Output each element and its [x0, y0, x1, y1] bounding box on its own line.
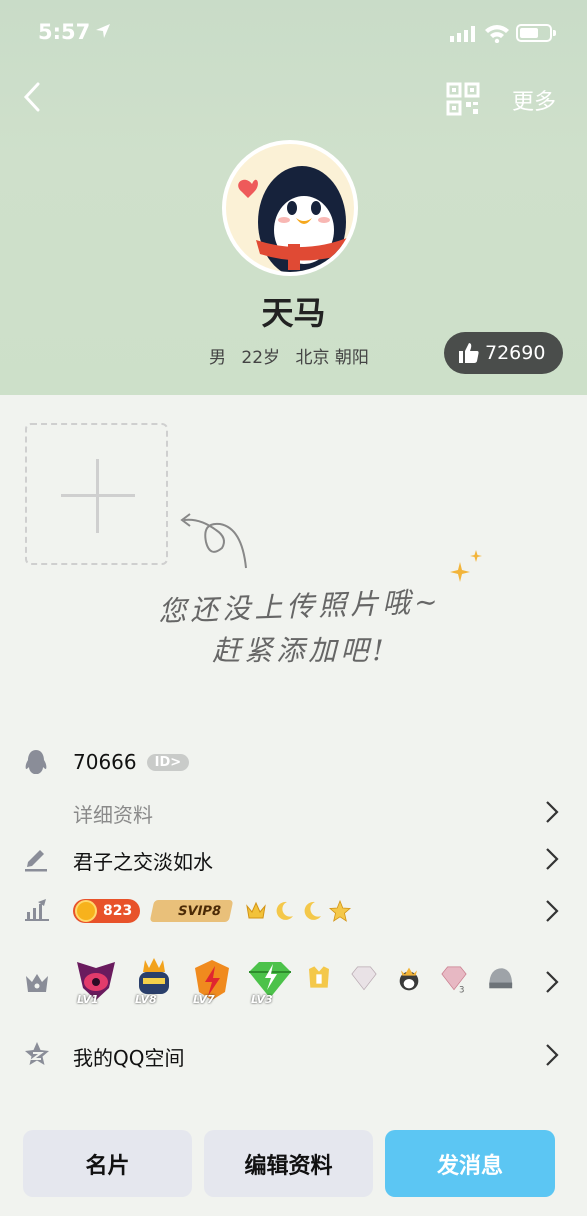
battery-icon — [516, 24, 556, 42]
level-coin-badge: 823 — [73, 899, 141, 923]
back-button[interactable] — [18, 82, 48, 112]
detail-label: 详细资料 — [73, 803, 153, 827]
qq-number-row: 70666 ID> — [0, 748, 587, 778]
upload-photo-hint: 您还没上传照片哦~ 赶紧添加吧! — [120, 585, 480, 673]
profile-age: 22岁 — [241, 348, 281, 368]
add-photo-button[interactable] — [25, 423, 168, 565]
medal-level: LV3 — [251, 993, 273, 1006]
curved-arrow-icon — [180, 513, 247, 569]
status-bar: 5:57 — [0, 0, 587, 62]
wifi-icon — [485, 25, 509, 43]
profile-gender: 男 — [209, 348, 226, 368]
svip-badge: SVIP8 — [149, 900, 234, 922]
signature-row[interactable]: 君子之交淡如水 — [0, 844, 587, 874]
chevron-right-icon — [546, 848, 559, 870]
medal-badges: LV1 LV8 LV7 LV3 3 — [73, 958, 531, 1006]
hint-line-1: 您还没上传照片哦~ — [157, 585, 443, 628]
diamond-medal-icon — [351, 966, 377, 991]
send-message-button[interactable]: 发消息 — [385, 1130, 555, 1197]
crown-icon — [246, 901, 266, 919]
moon-icon — [276, 901, 294, 920]
status-time: 5:57 — [38, 20, 91, 44]
edit-profile-button[interactable]: 编辑资料 — [204, 1130, 373, 1197]
pencil-icon — [25, 850, 47, 872]
profile-header: 5:57 更多 天马 男 22岁 北京 朝阳 72690 — [0, 0, 587, 395]
chevron-right-icon — [546, 801, 559, 823]
medals-row[interactable]: LV1 LV8 LV7 LV3 3 — [0, 956, 587, 1008]
qzone-label: 我的QQ空间 — [73, 1046, 185, 1070]
medal-crown-icon — [26, 974, 48, 992]
hint-line-2: 赶紧添加吧! — [212, 634, 388, 667]
svg-text:3: 3 — [459, 986, 464, 994]
cellular-signal-icon — [450, 26, 475, 42]
medal-lv3-icon: LV3 — [247, 958, 291, 1006]
level-coin-value: 823 — [103, 903, 133, 919]
chevron-right-icon — [546, 971, 559, 993]
qq-id-chip[interactable]: ID> — [146, 754, 190, 771]
chevron-right-icon — [546, 900, 559, 922]
medal-lv8-icon: LV8 — [131, 958, 173, 1006]
location-arrow-icon — [96, 24, 110, 38]
level-row[interactable]: 823 SVIP8 — [0, 894, 587, 928]
avatar[interactable] — [222, 140, 358, 276]
level-badges: 823 SVIP8 — [73, 899, 352, 923]
star-icon — [329, 900, 352, 922]
level-chart-icon — [25, 899, 49, 921]
bottom-action-bar: 名片 编辑资料 发消息 — [0, 1130, 587, 1200]
signature-text: 君子之交淡如水 — [73, 850, 213, 874]
helmet-medal-icon — [489, 968, 513, 989]
penguin-avatar-icon — [238, 166, 352, 272]
qzone-row[interactable]: 我的QQ空间 — [0, 1040, 587, 1070]
pink-diamond-medal-icon: 3 — [441, 966, 467, 994]
medal-level: LV1 — [77, 993, 99, 1006]
like-count: 72690 — [485, 342, 546, 364]
medal-level: LV8 — [135, 993, 157, 1006]
suit-medal-icon — [309, 966, 329, 988]
card-button[interactable]: 名片 — [23, 1130, 192, 1197]
thumbs-up-icon — [459, 343, 479, 363]
medal-lv7-icon: LV7 — [189, 958, 231, 1006]
coin-icon — [75, 900, 97, 922]
penguin-icon — [25, 750, 47, 774]
profile-name: 天马 — [261, 294, 326, 332]
moon-icon — [304, 901, 322, 920]
qr-code-button[interactable] — [446, 82, 480, 116]
qq-number: 70666 — [73, 750, 137, 774]
more-button[interactable]: 更多 — [512, 84, 556, 116]
qzone-star-icon — [25, 1042, 49, 1065]
medal-level: LV7 — [193, 993, 215, 1006]
chevron-right-icon — [546, 1044, 559, 1066]
penguin-medal-icon — [399, 967, 419, 991]
profile-location: 北京 朝阳 — [295, 348, 369, 368]
sparkle-icon — [450, 550, 482, 582]
medal-lv1-icon: LV1 — [73, 958, 115, 1006]
profile-meta: 男 22岁 北京 朝阳 — [209, 343, 379, 368]
qq-number-line: 70666 ID> — [73, 750, 190, 774]
like-badge[interactable]: 72690 — [444, 332, 563, 374]
detail-row[interactable]: 详细资料 — [0, 797, 587, 827]
